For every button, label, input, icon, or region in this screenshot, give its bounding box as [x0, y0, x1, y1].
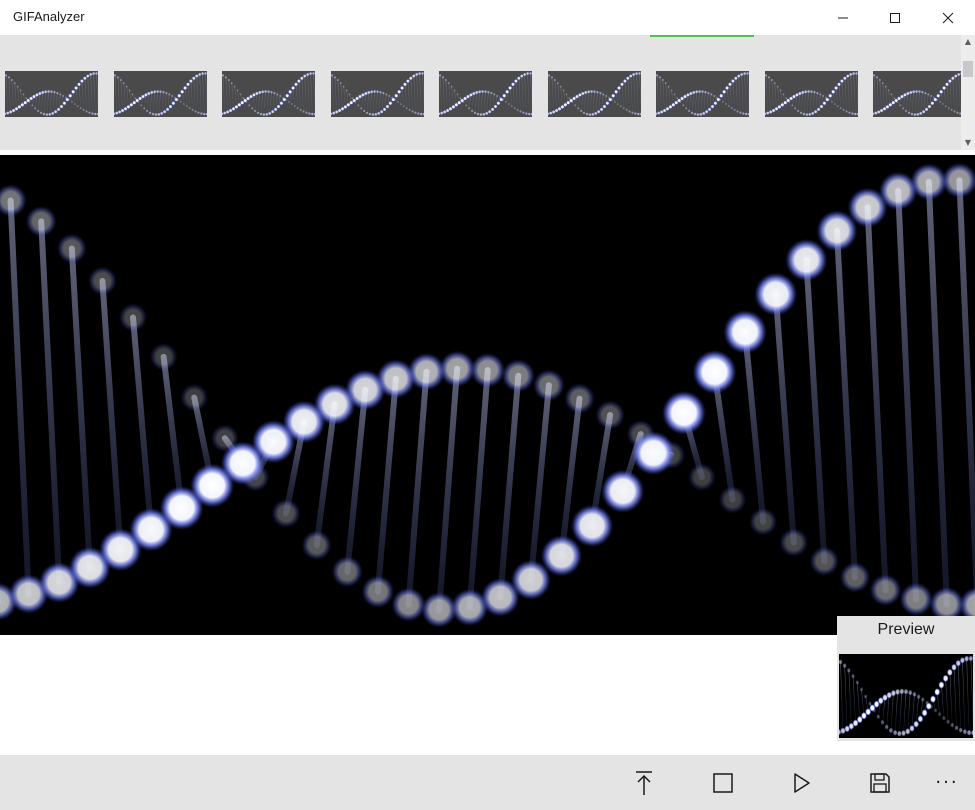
- play-icon: [794, 772, 810, 793]
- main-frame-view: [0, 155, 975, 635]
- upload-button[interactable]: [619, 755, 669, 810]
- frame-thumbnail[interactable]: [439, 71, 532, 117]
- frame-thumbnail[interactable]: [330, 71, 424, 117]
- dna-helix-thumbnail-image: [5, 71, 98, 117]
- frame-thumbnail[interactable]: [656, 71, 749, 117]
- dna-helix-thumbnail-image: [873, 71, 966, 117]
- preview-label: Preview: [877, 621, 935, 638]
- maximize-button[interactable]: [872, 0, 918, 35]
- dna-helix-thumbnail-image: [113, 71, 207, 117]
- dna-helix-thumbnail-image: [764, 71, 858, 117]
- close-icon: [942, 12, 954, 23]
- dna-helix-thumbnail-image: [330, 71, 424, 117]
- title-bar: GIFAnalyzer: [0, 0, 975, 35]
- stop-button[interactable]: [698, 755, 748, 810]
- frame-thumbnail[interactable]: [5, 71, 98, 117]
- save-icon: [870, 772, 890, 793]
- selected-frame-indicator: [650, 35, 754, 37]
- preview-image: [839, 654, 973, 738]
- dna-helix-thumbnail-image: [656, 71, 749, 117]
- frame-thumbnail[interactable]: [113, 71, 207, 117]
- minimize-button[interactable]: [820, 0, 866, 35]
- dna-helix-frame-image: [0, 162, 975, 628]
- frame-thumbnail[interactable]: [222, 71, 315, 117]
- app-title: GIFAnalyzer: [13, 9, 85, 24]
- more-options-button[interactable]: ···: [922, 755, 972, 810]
- frame-strip[interactable]: ▲ ▼: [0, 35, 975, 150]
- strip-scrollbar[interactable]: ▲ ▼: [961, 35, 975, 150]
- save-button[interactable]: [855, 755, 905, 810]
- frame-thumbnail[interactable]: [764, 71, 858, 117]
- dna-helix-thumbnail-image: [222, 71, 315, 117]
- close-button[interactable]: [925, 0, 971, 35]
- stop-icon: [713, 772, 733, 793]
- frame-thumbnail[interactable]: [873, 71, 966, 117]
- dna-helix-thumbnail-image: [439, 71, 532, 117]
- minimize-icon: [838, 17, 848, 18]
- scrollbar-thumb[interactable]: [963, 61, 973, 77]
- play-button[interactable]: [777, 755, 827, 810]
- scroll-down-icon[interactable]: ▼: [961, 136, 975, 150]
- frame-thumbnail[interactable]: [547, 71, 641, 117]
- dna-helix-preview-image: [839, 655, 973, 737]
- dna-helix-thumbnail-image: [547, 71, 641, 117]
- maximize-icon: [890, 12, 900, 23]
- command-bar: ···: [0, 755, 975, 810]
- upload-icon: [636, 770, 652, 795]
- preview-panel: Preview: [837, 616, 975, 741]
- scroll-up-icon[interactable]: ▲: [961, 35, 975, 49]
